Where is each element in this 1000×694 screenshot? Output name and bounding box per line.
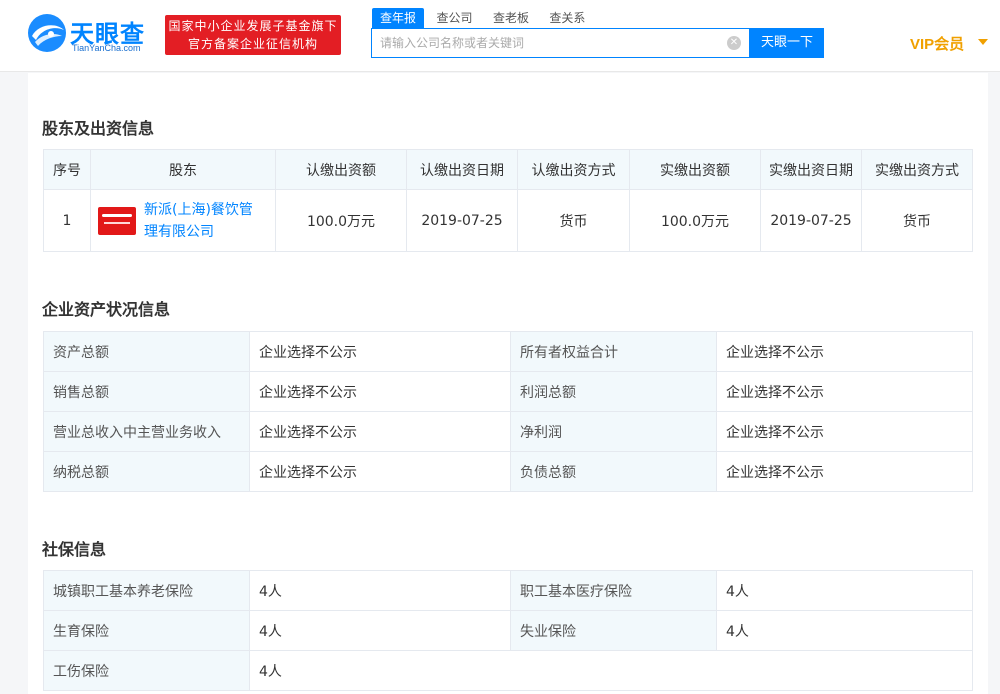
column-header: 序号 <box>43 149 91 190</box>
table-row: 生育保险 4人 失业保险 4人 <box>43 610 973 651</box>
field-label: 城镇职工基本养老保险 <box>43 570 250 611</box>
paid-date: 2019-07-25 <box>760 189 862 252</box>
column-header: 实缴出资日期 <box>760 149 862 190</box>
field-value: 4人 <box>716 610 973 651</box>
tab-company[interactable]: 查公司 <box>428 8 480 28</box>
assets-table: 资产总额 企业选择不公示 所有者权益合计 企业选择不公示 销售总额 企业选择不公… <box>43 331 973 492</box>
assets-title: 企业资产状况信息 <box>42 300 171 319</box>
field-value: 4人 <box>716 570 973 611</box>
column-header: 认缴出资额 <box>275 149 407 190</box>
tab-relations[interactable]: 查关系 <box>541 8 593 28</box>
eye-logo-icon <box>28 14 66 52</box>
clear-icon[interactable]: ✕ <box>727 36 741 50</box>
field-label: 利润总额 <box>510 371 717 412</box>
chevron-down-icon[interactable] <box>978 39 988 45</box>
top-header: 天眼查 TianYanCha.com 国家中小企业发展子基金旗下 官方备案企业征… <box>0 0 1000 72</box>
subscribed-amount: 100.0万元 <box>275 189 407 252</box>
field-value: 4人 <box>249 610 511 651</box>
tab-boss[interactable]: 查老板 <box>485 8 537 28</box>
search-box: ✕ <box>371 28 750 58</box>
shareholder-link[interactable]: 新派(上海)餐饮管理有限公司 <box>144 199 264 243</box>
table-row: 营业总收入中主营业务收入 企业选择不公示 净利润 企业选择不公示 <box>43 411 973 452</box>
search-button[interactable]: 天眼一下 <box>750 28 824 58</box>
field-value: 企业选择不公示 <box>249 411 511 452</box>
subscribed-date: 2019-07-25 <box>406 189 518 252</box>
shareholders-table: 序号 股东 认缴出资额 认缴出资日期 认缴出资方式 实缴出资额 实缴出资日期 实… <box>43 149 973 252</box>
promo-banner[interactable]: 国家中小企业发展子基金旗下 官方备案企业征信机构 <box>165 15 341 55</box>
column-header: 实缴出资额 <box>629 149 761 190</box>
field-value: 企业选择不公示 <box>249 371 511 412</box>
logo-domain: TianYanCha.com <box>72 43 141 53</box>
field-label: 工伤保险 <box>43 650 250 691</box>
social-security-table: 城镇职工基本养老保险 4人 职工基本医疗保险 4人 生育保险 4人 失业保险 4… <box>43 570 973 691</box>
column-header: 认缴出资方式 <box>517 149 630 190</box>
subscribed-method: 货币 <box>517 189 630 252</box>
search-input[interactable] <box>380 29 720 57</box>
table-row: 工伤保险 4人 <box>43 650 973 691</box>
field-value: 企业选择不公示 <box>716 371 973 412</box>
field-label: 销售总额 <box>43 371 250 412</box>
field-value: 企业选择不公示 <box>249 451 511 492</box>
table-row: 销售总额 企业选择不公示 利润总额 企业选择不公示 <box>43 371 973 412</box>
tianyancha-logo[interactable]: 天眼查 TianYanCha.com <box>26 12 158 58</box>
table-row: 资产总额 企业选择不公示 所有者权益合计 企业选择不公示 <box>43 331 973 372</box>
vip-member-link[interactable]: VIP会员 <box>910 33 964 54</box>
field-label: 失业保险 <box>510 610 717 651</box>
field-value: 4人 <box>249 570 511 611</box>
field-label: 净利润 <box>510 411 717 452</box>
field-label: 生育保险 <box>43 610 250 651</box>
holder-cell: 新派(上海)餐饮管理有限公司 <box>90 189 276 252</box>
report-content: 股东及出资信息 序号 股东 认缴出资额 认缴出资日期 认缴出资方式 实缴出资额 … <box>28 73 988 694</box>
column-header: 认缴出资日期 <box>406 149 518 190</box>
company-logo-icon <box>98 206 136 235</box>
field-value: 企业选择不公示 <box>716 451 973 492</box>
field-value: 企业选择不公示 <box>716 411 973 452</box>
field-label: 营业总收入中主营业务收入 <box>43 411 250 452</box>
paid-method: 货币 <box>861 189 973 252</box>
table-header-row: 序号 股东 认缴出资额 认缴出资日期 认缴出资方式 实缴出资额 实缴出资日期 实… <box>43 149 973 190</box>
promo-line-1: 国家中小企业发展子基金旗下 <box>168 19 338 33</box>
field-value: 4人 <box>249 650 973 691</box>
field-label: 职工基本医疗保险 <box>510 570 717 611</box>
field-label: 资产总额 <box>43 331 250 372</box>
column-header: 实缴出资方式 <box>861 149 973 190</box>
field-label: 纳税总额 <box>43 451 250 492</box>
field-value: 企业选择不公示 <box>716 331 973 372</box>
field-label: 所有者权益合计 <box>510 331 717 372</box>
table-row: 1 新派(上海)餐饮管理有限公司 100.0万元 2019-07-25 货币 1… <box>43 189 973 252</box>
promo-line-2: 官方备案企业征信机构 <box>187 37 318 51</box>
column-header: 股东 <box>90 149 276 190</box>
table-row: 纳税总额 企业选择不公示 负债总额 企业选择不公示 <box>43 451 973 492</box>
table-row: 城镇职工基本养老保险 4人 职工基本医疗保险 4人 <box>43 570 973 611</box>
search-tabs: 查年报 查公司 查老板 查关系 <box>372 8 593 28</box>
shareholders-title: 股东及出资信息 <box>42 119 155 138</box>
field-label: 负债总额 <box>510 451 717 492</box>
row-index: 1 <box>43 189 91 252</box>
field-value: 企业选择不公示 <box>249 331 511 372</box>
social-security-title: 社保信息 <box>42 540 107 559</box>
paid-amount: 100.0万元 <box>629 189 761 252</box>
tab-annual-report[interactable]: 查年报 <box>372 8 425 28</box>
